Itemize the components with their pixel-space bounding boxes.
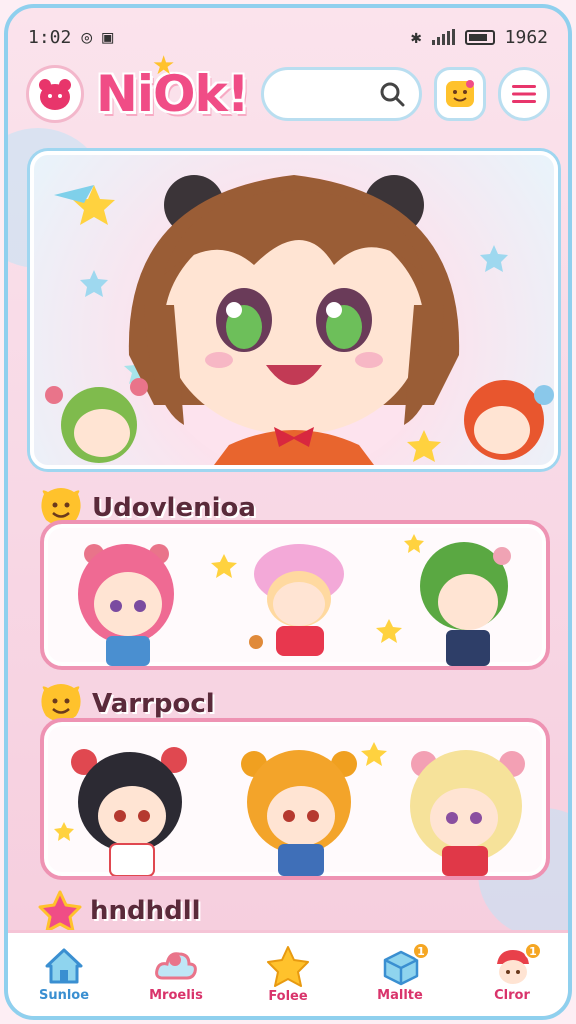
smiley-icon: [446, 80, 474, 107]
mascot-icon: [39, 79, 71, 110]
nav-label: Sunloe: [38, 988, 90, 1003]
notification-badge: 1: [412, 942, 430, 960]
hero-banner[interactable]: [30, 151, 558, 469]
nav-item-box[interactable]: 1 Mallte: [350, 942, 450, 1003]
nav-item-favorites[interactable]: Folee: [238, 945, 338, 1004]
logo-star-icon: ★: [152, 51, 175, 81]
character-row-illustration: [54, 742, 525, 876]
app-icon: ▣: [102, 26, 114, 48]
nav-item-home[interactable]: Sunloe: [14, 946, 114, 1003]
hamburger-menu-icon: [512, 85, 536, 103]
search-icon[interactable]: [379, 81, 405, 107]
nav-label: Folee: [268, 989, 308, 1004]
character-card[interactable]: [40, 718, 550, 880]
emoji-button[interactable]: [434, 67, 486, 121]
signal-icon: [431, 29, 455, 45]
profile-button[interactable]: [26, 65, 84, 123]
section-title: hndhdll: [90, 896, 201, 926]
nav-label: Mallte: [377, 988, 423, 1003]
bottom-nav: Sunloe Mroelis Folee 1 Mallte 1 Clror: [8, 930, 568, 1016]
notification-badge: 1: [524, 942, 542, 960]
nav-label: Clror: [494, 988, 530, 1003]
status-time: 1:02: [28, 26, 72, 48]
search-bar[interactable]: [260, 67, 422, 121]
hero-illustration: [45, 175, 554, 465]
app-header: NiOk! ★: [26, 51, 550, 124]
cloud-icon: [155, 952, 197, 980]
section-title: Varrpocl: [92, 689, 215, 719]
search-input[interactable]: [279, 83, 379, 105]
character-card[interactable]: [40, 520, 550, 670]
star-icon: [267, 946, 309, 987]
nav-label: Mroelis: [149, 988, 203, 1003]
home-icon: [45, 948, 83, 984]
nav-item-cloud[interactable]: Mroelis: [126, 946, 226, 1003]
bluetooth-icon: ✱: [410, 26, 422, 48]
section-header: hndhdll: [38, 890, 201, 932]
notification-icon: ◎: [81, 26, 93, 48]
nav-item-character[interactable]: 1 Clror: [462, 942, 562, 1003]
section-title: Udovlenioa: [92, 493, 256, 523]
menu-button[interactable]: [498, 67, 550, 121]
app-frame: 1:02 ◎ ▣ ✱ 1962 NiOk! ★ Udovlenioa Varrp…: [4, 4, 572, 1020]
battery-level: 1962: [504, 26, 548, 48]
battery-icon: [464, 29, 495, 45]
star-icon: [38, 890, 82, 932]
app-logo: NiOk! ★: [96, 51, 250, 123]
character-row-illustration: [78, 534, 511, 666]
status-bar: 1:02 ◎ ▣ ✱ 1962: [28, 22, 548, 52]
